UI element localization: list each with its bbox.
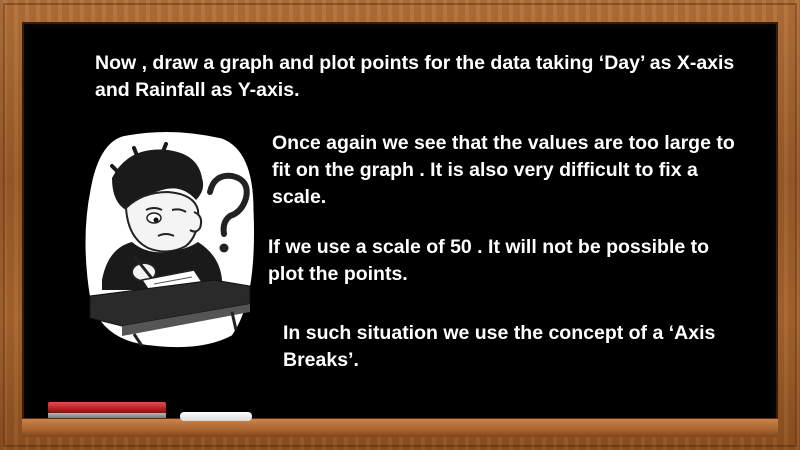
observation-text: Once again we see that the values are to… (272, 132, 735, 208)
instruction-text: Now , draw a graph and plot points for t… (95, 52, 735, 101)
confused-student-icon (84, 130, 255, 349)
red-eraser-icon (48, 402, 166, 413)
eraser-base (48, 413, 166, 418)
scale-problem-text: If we use a scale of 50 . It will not be… (268, 236, 710, 285)
white-chalk-icon (180, 412, 252, 421)
axis-breaks-text: In such situation we use the concept of … (283, 322, 716, 371)
chalk-ledge (22, 418, 778, 437)
